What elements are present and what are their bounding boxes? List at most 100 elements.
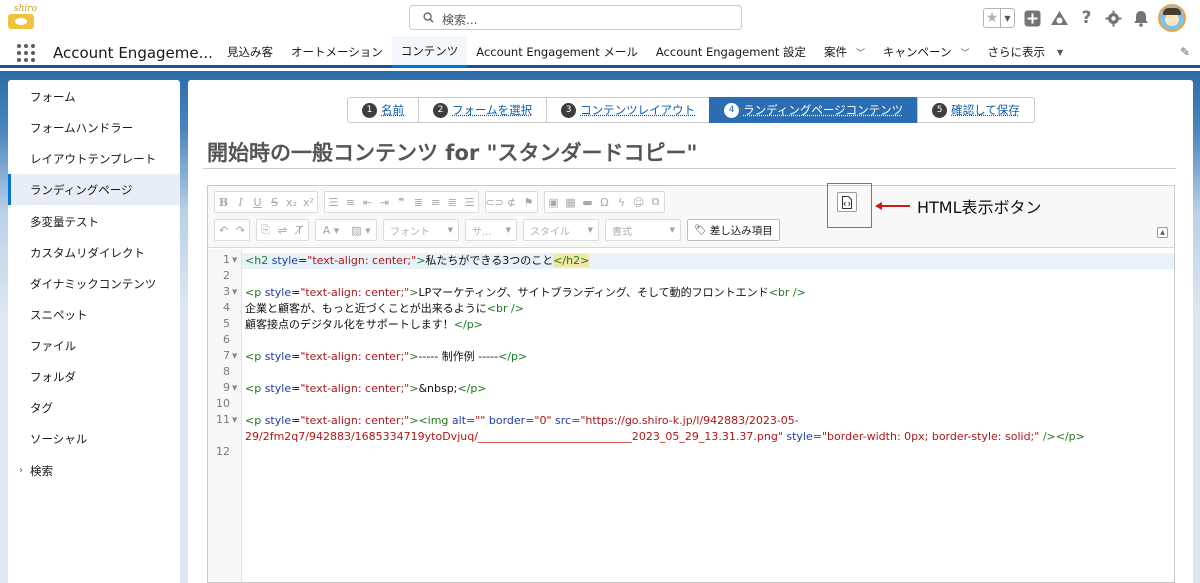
table-icon[interactable]: ▦ bbox=[562, 192, 579, 212]
setup-gear-icon[interactable] bbox=[1104, 9, 1123, 28]
special-char-omega-icon[interactable]: Ω bbox=[596, 192, 613, 212]
sidebar-item-tags[interactable]: タグ bbox=[8, 392, 180, 423]
nav-more[interactable]: さらに表示 ▼ bbox=[978, 36, 1072, 68]
sidebar-item-dynamic-content[interactable]: ダイナミックコンテンツ bbox=[8, 268, 180, 299]
global-search-input[interactable]: 検索... bbox=[409, 5, 742, 30]
user-avatar[interactable] bbox=[1158, 4, 1186, 32]
merge-fields-label: 差し込み項目 bbox=[709, 224, 773, 237]
fold-arrow-icon[interactable]: ▼ bbox=[232, 384, 237, 392]
step-number: 4 bbox=[724, 102, 740, 118]
wizard-step-landing-page-content[interactable]: 4 ランディングページコンテンツ bbox=[709, 97, 918, 123]
code-line-5: 顧客接点のデジタル化をサポートします！</p> bbox=[245, 317, 483, 333]
org-logo[interactable]: shiro bbox=[6, 4, 38, 30]
redo-icon[interactable]: ↷ bbox=[232, 220, 249, 240]
subscript-icon[interactable]: x₂ bbox=[283, 192, 300, 212]
logo-text: shiro bbox=[14, 4, 38, 14]
format-select[interactable]: 書式 ▼ bbox=[605, 219, 681, 241]
numbered-list-icon[interactable]: ☰ bbox=[325, 192, 342, 212]
horizontal-rule-icon[interactable]: ▬ bbox=[579, 192, 596, 212]
background-color-icon[interactable]: ▨ ▾ bbox=[346, 220, 376, 240]
paste-icon[interactable]: ⎘ bbox=[257, 220, 274, 240]
flash-icon[interactable]: ϟ bbox=[613, 192, 630, 212]
app-nav-bar: Account Engageme... 見込み客 オートメーション コンテンツ … bbox=[0, 36, 1200, 68]
font-family-select[interactable]: フォント ▼ bbox=[383, 219, 459, 241]
sidebar-item-landing-pages[interactable]: ランディングページ bbox=[8, 174, 180, 205]
wizard-step-confirm-save[interactable]: 5 確認して保存 bbox=[917, 97, 1035, 123]
fold-arrow-icon[interactable]: ▼ bbox=[232, 288, 237, 296]
wizard-step-select-form[interactable]: 2 フォームを選択 bbox=[418, 97, 547, 123]
remove-format-icon[interactable]: T̸ bbox=[291, 220, 308, 240]
sidebar-item-layout-templates[interactable]: レイアウトテンプレート bbox=[8, 143, 180, 174]
blockquote-icon[interactable]: ❞ bbox=[393, 192, 410, 212]
find-replace-icon[interactable]: ⇌ bbox=[274, 220, 291, 240]
justify-icon[interactable]: ☰ bbox=[461, 192, 478, 212]
collapse-toolbar-icon[interactable]: ▲ bbox=[1157, 227, 1168, 238]
chevron-down-icon[interactable]: ﹀ bbox=[960, 46, 969, 59]
nav-tab-prospects[interactable]: 見込み客 bbox=[218, 36, 282, 68]
app-launcher-icon[interactable] bbox=[17, 44, 35, 62]
image-icon[interactable]: ▣ bbox=[545, 192, 562, 212]
sidebar-item-snippets[interactable]: スニペット bbox=[8, 299, 180, 330]
step-label: フォームを選択 bbox=[452, 103, 533, 117]
sidebar-item-multivariate-tests[interactable]: 多変量テスト bbox=[8, 206, 180, 237]
code-token-attr: alt bbox=[451, 414, 467, 427]
outdent-icon[interactable]: ⇤ bbox=[359, 192, 376, 212]
fold-arrow-icon[interactable]: ▼ bbox=[232, 352, 237, 360]
nav-tab-automation[interactable]: オートメーション bbox=[282, 36, 392, 68]
insert-template-icon[interactable]: ⧉ bbox=[647, 192, 664, 212]
code-token-text: &nbsp; bbox=[418, 382, 458, 395]
wizard-step-name[interactable]: 1 名前 bbox=[347, 97, 418, 123]
sidebar-item-search[interactable]: › 検索 bbox=[8, 455, 180, 486]
sidebar-item-label: スニペット bbox=[30, 307, 88, 322]
favorite-star-icon[interactable]: ★ bbox=[984, 9, 1001, 27]
style-select[interactable]: スタイル ▼ bbox=[523, 219, 599, 241]
code-token-tag: <p bbox=[245, 382, 265, 395]
sidebar-item-form-handlers[interactable]: フォームハンドラー bbox=[8, 112, 180, 143]
help-icon[interactable]: ? bbox=[1077, 8, 1096, 28]
notifications-bell-icon[interactable] bbox=[1131, 9, 1150, 28]
text-color-icon[interactable]: A ▾ bbox=[316, 220, 346, 240]
wizard-step-content-layout[interactable]: 3 コンテンツレイアウト bbox=[546, 97, 710, 123]
nav-tab-content[interactable]: コンテンツ bbox=[391, 36, 468, 68]
favorites-dropdown-icon[interactable]: ▼ bbox=[1001, 9, 1014, 27]
merge-fields-button[interactable]: 🏷 差し込み項目 bbox=[687, 219, 780, 241]
code-token-text: ----- 制作例 ----- bbox=[418, 350, 499, 363]
fold-arrow-icon[interactable]: ▼ bbox=[232, 416, 237, 424]
chevron-down-icon[interactable]: ﹀ bbox=[856, 46, 865, 59]
align-center-icon[interactable]: ≡ bbox=[427, 192, 444, 212]
nav-tab-ae-settings[interactable]: Account Engagement 設定 bbox=[647, 36, 815, 68]
code-token-attr: style bbox=[271, 254, 299, 267]
dropdown-caret-icon: ▼ bbox=[505, 226, 511, 234]
unlink-icon[interactable]: ⊄ bbox=[503, 192, 520, 212]
sidebar-item-custom-redirects[interactable]: カスタムリダイレクト bbox=[8, 237, 180, 268]
link-icon[interactable]: ⊂⊃ bbox=[485, 192, 503, 212]
font-size-select[interactable]: サ... ▼ bbox=[465, 219, 517, 241]
bulleted-list-icon[interactable]: ≡ bbox=[342, 192, 359, 212]
italic-icon[interactable]: I bbox=[232, 192, 249, 212]
sidebar-item-social[interactable]: ソーシャル bbox=[8, 423, 180, 454]
undo-icon[interactable]: ↶ bbox=[215, 220, 232, 240]
html-source-editor[interactable]: 1 ▼ 2 3 ▼ 4 5 6 7 ▼ 8 9 ▼ 10 11 ▼ 12 <h2 styl… bbox=[208, 249, 1174, 582]
edit-nav-pencil-icon[interactable]: ✎ bbox=[1180, 45, 1190, 59]
underline-icon[interactable]: U bbox=[249, 192, 266, 212]
anchor-flag-icon[interactable]: ⚑ bbox=[520, 192, 537, 212]
toolbar-row-1: B I U S x₂ x² ☰ ≡ ⇤ ⇥ ❞ ≣ ≡ ≣ ☰ ⊂⊃ ⊄ ⚑ ▣… bbox=[214, 191, 669, 213]
sidebar-item-forms[interactable]: フォーム bbox=[8, 81, 180, 112]
code-token-tag: </p> bbox=[498, 350, 528, 363]
fold-arrow-icon[interactable]: ▼ bbox=[232, 256, 237, 264]
sidebar-item-folders[interactable]: フォルダ bbox=[8, 361, 180, 392]
smiley-icon[interactable]: ☺ bbox=[630, 192, 647, 212]
strikethrough-icon[interactable]: S bbox=[266, 192, 283, 212]
align-left-icon[interactable]: ≣ bbox=[410, 192, 427, 212]
nav-tab-opportunities[interactable]: 案件 ﹀ bbox=[815, 36, 874, 68]
align-right-icon[interactable]: ≣ bbox=[444, 192, 461, 212]
nav-tab-ae-email[interactable]: Account Engagement メール bbox=[467, 36, 647, 68]
indent-icon[interactable]: ⇥ bbox=[376, 192, 393, 212]
trailhead-icon[interactable] bbox=[1050, 9, 1069, 28]
bold-icon[interactable]: B bbox=[215, 192, 232, 212]
title-divider bbox=[203, 168, 1176, 169]
sidebar-item-files[interactable]: ファイル bbox=[8, 330, 180, 361]
superscript-icon[interactable]: x² bbox=[300, 192, 317, 212]
global-create-icon[interactable] bbox=[1023, 9, 1042, 28]
nav-tab-campaigns[interactable]: キャンペーン ﹀ bbox=[874, 36, 978, 68]
